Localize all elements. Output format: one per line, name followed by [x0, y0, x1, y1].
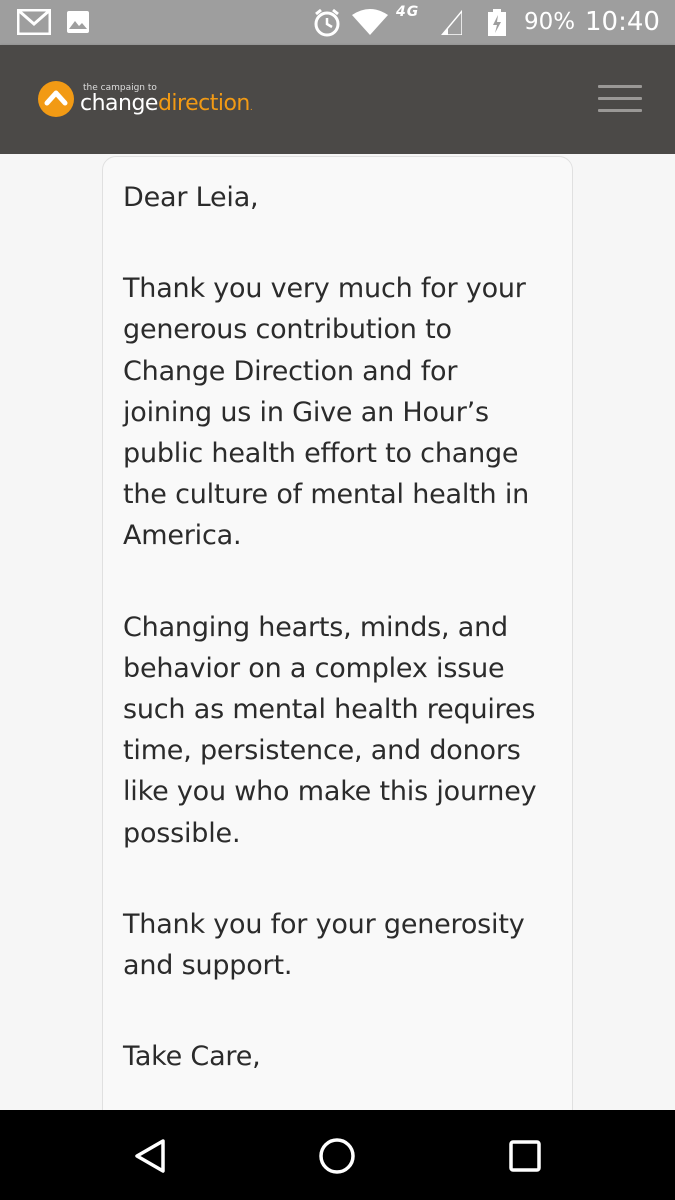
alarm-icon: [313, 8, 341, 42]
site-header: the campaign to changedirection.: [0, 45, 675, 154]
wifi-icon: [352, 9, 388, 39]
home-icon[interactable]: [317, 1136, 357, 1176]
hamburger-menu-icon[interactable]: [598, 85, 642, 113]
letter-paragraph: Changing hearts, minds, and behavior on …: [123, 611, 537, 849]
status-bar: 4G 90% 10:40: [0, 0, 675, 45]
logo-registered: .: [249, 103, 253, 113]
letter-paragraph: Thank you very much for your generous co…: [123, 273, 530, 552]
signal-icon: [440, 8, 463, 39]
clock-time: 10:40: [585, 7, 660, 37]
recent-apps-icon[interactable]: [505, 1136, 545, 1176]
logo-word-direction: direction: [157, 91, 250, 116]
photo-icon: [66, 10, 90, 38]
menu-bar-line: [598, 85, 642, 88]
back-icon[interactable]: [131, 1136, 171, 1176]
menu-bar-line: [598, 97, 642, 100]
network-type: 4G: [396, 4, 420, 20]
android-nav-bar: [0, 1110, 675, 1200]
menu-bar-line: [598, 109, 642, 112]
gmail-icon: [16, 8, 52, 39]
battery-percent: 90%: [524, 9, 576, 35]
letter-closing: Take Care,: [123, 1041, 261, 1073]
thank-you-letter: Dear Leia, Thank you very much for your …: [102, 156, 573, 1110]
logo-wordmark: changedirection.: [80, 91, 253, 116]
letter-paragraph: Thank you for your generosity and suppor…: [123, 908, 525, 982]
battery-icon: [487, 9, 507, 41]
logo-word-change: change: [80, 91, 158, 116]
page-content[interactable]: Dear Leia, Thank you very much for your …: [0, 154, 675, 1110]
logo-mark: [38, 81, 74, 117]
letter-greeting: Dear Leia,: [123, 182, 259, 213]
